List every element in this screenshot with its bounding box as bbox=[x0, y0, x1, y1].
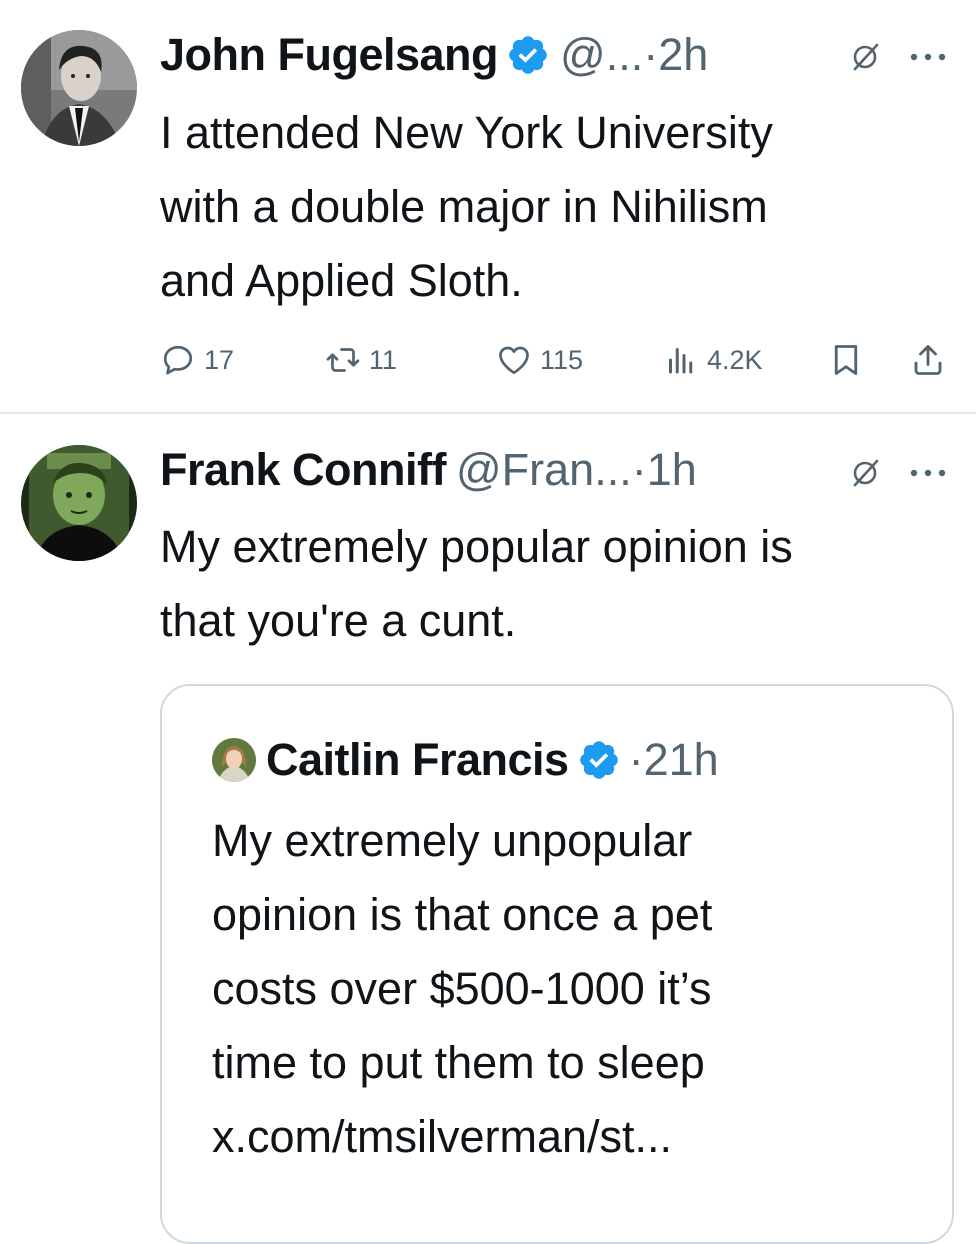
tweet-header: John Fugelsang @... · 2h bbox=[160, 27, 708, 83]
like-count: 115 bbox=[540, 344, 584, 375]
avatar[interactable] bbox=[21, 30, 137, 146]
verified-badge-icon bbox=[509, 36, 547, 74]
grok-slash-icon[interactable] bbox=[850, 458, 880, 488]
view-count: 4.2K bbox=[707, 344, 763, 375]
grok-slash-icon[interactable] bbox=[850, 42, 880, 72]
timestamp[interactable]: 2h bbox=[658, 27, 708, 83]
quoted-avatar[interactable] bbox=[212, 738, 256, 782]
avatar[interactable] bbox=[21, 445, 137, 561]
author-name[interactable]: John Fugelsang bbox=[160, 27, 499, 83]
bookmark-icon bbox=[834, 345, 858, 375]
reply-count: 17 bbox=[204, 344, 235, 375]
quoted-tweet-header: Caitlin Francis · 21h bbox=[212, 732, 719, 788]
quoted-timestamp[interactable]: 21h bbox=[644, 734, 719, 786]
tweet-text: I attended New York University with a do… bbox=[160, 107, 773, 306]
avatar-photo-frank bbox=[21, 445, 137, 561]
timestamp[interactable]: 1h bbox=[647, 442, 697, 498]
reply-bubble-icon bbox=[163, 345, 193, 375]
verified-badge-icon bbox=[579, 741, 618, 779]
tweet-john-fugelsang[interactable]: John Fugelsang @... · 2h I attended New … bbox=[0, 0, 976, 414]
more-dots-icon[interactable] bbox=[908, 51, 948, 63]
quoted-tweet-text: My extremely unpopular opinion is that o… bbox=[212, 804, 932, 1174]
tweet-text: My extremely popular opinion is that you… bbox=[160, 521, 793, 646]
quoted-text-line: opinion is that once a pet bbox=[212, 889, 713, 940]
tweet-frank-conniff[interactable]: Frank Conniff @Fran... · 1h My extremely… bbox=[0, 414, 976, 1244]
author-name[interactable]: Frank Conniff bbox=[160, 442, 446, 498]
quoted-text-line: costs over $500-1000 it’s bbox=[212, 963, 712, 1014]
retweet-arrows-icon bbox=[326, 348, 360, 372]
heart-icon bbox=[499, 346, 529, 375]
quoted-author-name[interactable]: Caitlin Francis bbox=[266, 734, 569, 786]
separator-dot: · bbox=[628, 734, 644, 785]
retweet-button[interactable]: 11 bbox=[325, 340, 397, 380]
avatar-photo-john bbox=[21, 30, 137, 146]
author-handle[interactable]: @... bbox=[560, 27, 643, 83]
tweet-header: Frank Conniff @Fran... · 1h bbox=[160, 442, 697, 498]
more-dots-icon[interactable] bbox=[908, 467, 948, 479]
avatar-photo-caitlin bbox=[212, 738, 256, 782]
separator-dot: · bbox=[631, 444, 647, 495]
separator-dot: · bbox=[643, 29, 659, 80]
views-button[interactable]: 4.2K bbox=[663, 340, 763, 380]
author-handle[interactable]: @Fran... bbox=[456, 442, 632, 498]
like-button[interactable]: 115 bbox=[496, 340, 583, 380]
quoted-text-line: My extremely unpopular bbox=[212, 815, 693, 866]
reply-button[interactable]: 17 bbox=[160, 340, 234, 380]
quoted-link[interactable]: x.com/tmsilverman/st... bbox=[212, 1100, 932, 1174]
share-upload-icon bbox=[914, 345, 942, 375]
analytics-bars-icon bbox=[669, 348, 693, 374]
action-bar: 17 11 115 4.2K bbox=[160, 340, 960, 380]
retweet-count: 11 bbox=[369, 344, 398, 375]
bookmark-button[interactable] bbox=[828, 340, 872, 380]
quoted-tweet[interactable]: Caitlin Francis · 21h My extremely unpop… bbox=[160, 684, 954, 1244]
quoted-text-line: time to put them to sleep bbox=[212, 1037, 705, 1088]
share-button[interactable] bbox=[910, 340, 954, 380]
